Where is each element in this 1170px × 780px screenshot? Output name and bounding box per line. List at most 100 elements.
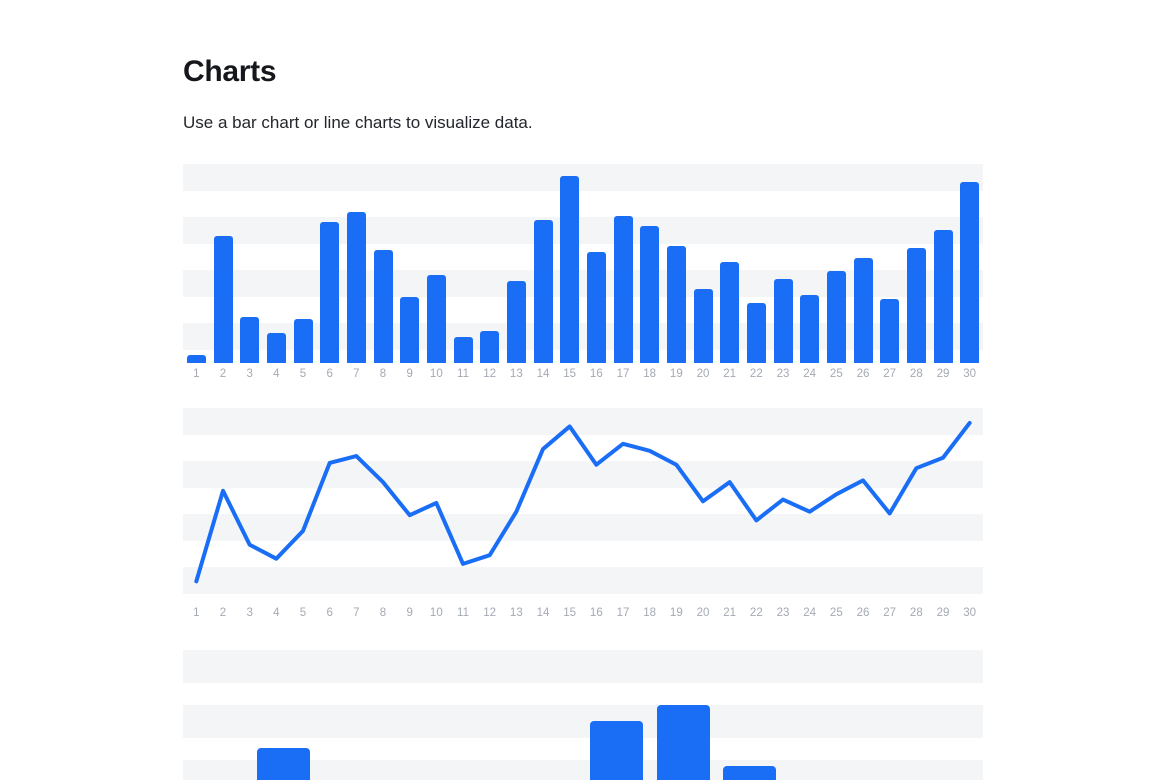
bar[interactable] [586,251,606,363]
bar[interactable] [240,317,260,363]
bar-chart-x-axis: 1 2 3 4 5 6 7 8 9 10 11 12 13 14 15 16 17 18 19 20 21 22 23 24 2… [183,363,983,385]
bar-chart-secondary-bars [183,649,983,780]
axis-tick-label: 15 [563,607,577,619]
axis-tick-label: 7 [353,368,360,380]
bar[interactable] [480,331,500,363]
axis-tick-label: 28 [909,368,923,380]
bar[interactable] [720,261,740,363]
bar[interactable] [426,275,446,363]
axis-tick-label: 5 [299,368,307,380]
bar[interactable] [186,355,206,363]
bar[interactable] [266,333,286,363]
axis-tick-label: 30 [963,368,977,380]
axis-tick-label: 27 [883,368,897,380]
axis-tick-label: 12 [483,607,497,619]
bar-chart-secondary [183,649,983,780]
axis-tick-label: 14 [536,607,550,619]
charts-page: Charts Use a bar chart or line charts to… [0,0,1170,780]
bar[interactable] [960,181,980,363]
axis-tick-label: 4 [273,368,280,380]
axis-tick-label: 13 [509,368,523,380]
bar-chart: 1 2 3 4 5 6 7 8 9 10 11 12 13 14 15 16 17 18 19 20 21 22 23 24 2… [183,164,983,385]
bar[interactable] [613,215,633,363]
axis-tick-label: 30 [963,607,977,619]
line-chart-series [194,420,972,584]
bar[interactable] [213,235,233,363]
axis-tick-label: 21 [723,368,737,380]
bar[interactable] [506,281,526,363]
bar[interactable] [560,175,580,363]
axis-tick-label: 23 [776,368,790,380]
axis-tick-label: 20 [696,368,710,380]
axis-tick-label: 19 [669,368,683,380]
axis-tick-label: 24 [803,368,817,380]
axis-tick-label: 26 [856,607,870,619]
bar[interactable] [533,219,553,363]
page-header: Charts Use a bar chart or line charts to… [183,0,983,135]
axis-tick-label: 25 [829,607,843,619]
bar[interactable] [256,748,310,780]
axis-tick-label: 6 [326,607,333,619]
axis-tick-label: 22 [749,607,763,619]
axis-tick-label: 13 [509,607,523,619]
bar[interactable] [746,303,766,363]
axis-tick-label: 11 [457,607,469,619]
axis-tick-label: 24 [803,607,817,619]
axis-tick-label: 15 [563,368,577,380]
bar[interactable] [826,271,846,363]
axis-tick-label: 7 [353,607,360,619]
bar[interactable] [666,245,686,363]
bar-chart-plot [183,164,983,363]
axis-tick-label: 9 [406,368,413,380]
bar[interactable] [373,249,393,363]
bar[interactable] [656,705,710,780]
bar[interactable] [800,295,820,363]
axis-tick-label: 23 [776,607,790,619]
axis-tick-label: 18 [643,607,657,619]
axis-tick-label: 25 [829,368,843,380]
axis-tick-label: 26 [856,368,870,380]
axis-tick-label: 17 [616,368,630,380]
bar[interactable] [640,225,660,363]
axis-tick-label: 14 [536,368,550,380]
line-path [194,420,972,584]
bar[interactable] [933,229,953,363]
bar[interactable] [773,279,793,363]
bar[interactable] [589,721,643,780]
axis-tick-label: 28 [909,607,923,619]
line-chart-x-axis: 1 2 3 4 5 6 7 8 9 10 11 12 13 14 15 16 17 18 19 20 21 22 23 24 2… [183,602,983,624]
bar[interactable] [453,337,473,363]
bar[interactable] [693,289,713,363]
axis-tick-label: 18 [643,368,657,380]
axis-tick-label: 29 [936,607,950,619]
bar[interactable] [723,766,777,780]
axis-tick-label: 16 [589,368,603,380]
axis-tick-label: 10 [429,607,443,619]
axis-tick-label: 3 [246,368,253,380]
page-subtitle: Use a bar chart or line charts to visual… [183,113,533,132]
axis-tick-label: 8 [379,607,387,619]
axis-tick-label: 5 [299,607,307,619]
bar[interactable] [880,299,900,363]
axis-tick-label: 9 [406,607,413,619]
bar[interactable] [400,297,420,363]
axis-tick-label: 29 [936,368,950,380]
line-chart: 1 2 3 4 5 6 7 8 9 10 11 12 13 14 15 16 17 18 19 20 21 22 23 24 2… [183,408,983,624]
axis-tick-label: 16 [589,607,603,619]
axis-tick-label: 1 [193,368,200,380]
axis-tick-label: 6 [326,368,333,380]
axis-tick-label: 17 [616,607,630,619]
bar[interactable] [320,221,340,363]
bar[interactable] [293,319,313,363]
line-chart-plot [183,408,983,602]
axis-tick-label: 19 [669,607,683,619]
axis-tick-label: 12 [483,368,497,380]
bar[interactable] [853,257,873,363]
axis-tick-label: 1 [193,607,200,619]
bar-chart-bars [183,164,983,363]
bar[interactable] [346,211,366,363]
axis-tick-label: 21 [723,607,737,619]
bar[interactable] [906,247,926,363]
bar-chart-secondary-plot [183,649,983,780]
page-title: Charts [183,55,277,88]
